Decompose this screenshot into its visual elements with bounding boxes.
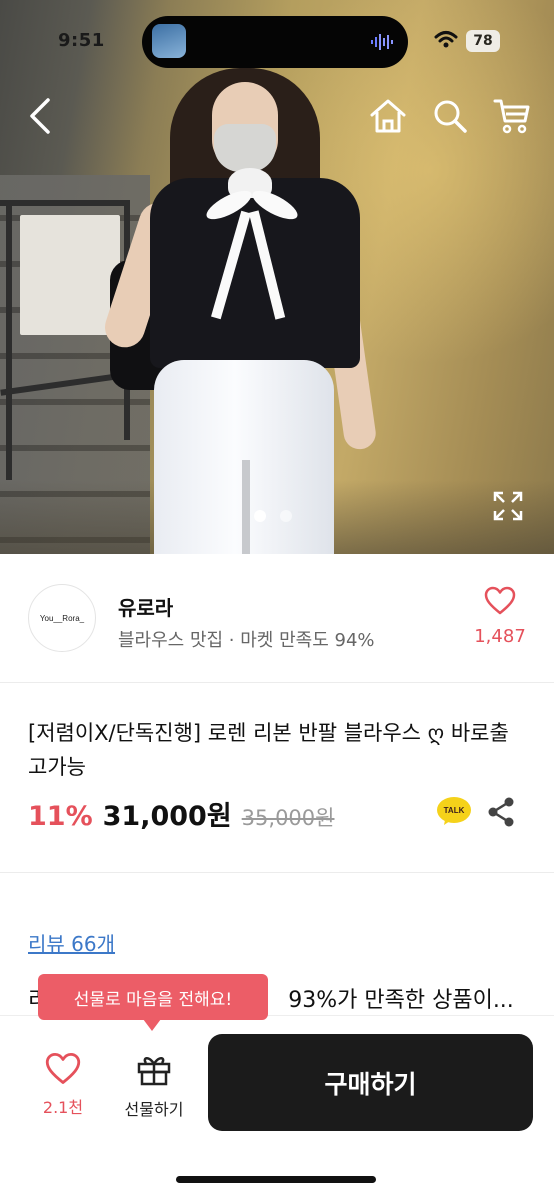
wall-sign xyxy=(20,215,120,335)
gift-icon xyxy=(137,1057,171,1086)
kakaotalk-share-icon[interactable]: TALK xyxy=(436,796,472,826)
back-button[interactable] xyxy=(18,94,62,138)
discount-rate: 11% xyxy=(28,801,93,832)
original-price: 35,000원 xyxy=(241,806,335,830)
section-divider xyxy=(0,872,554,873)
search-button[interactable] xyxy=(428,94,472,138)
railing-post xyxy=(6,200,12,480)
wishlist-button[interactable]: 2.1천 xyxy=(30,1052,96,1118)
home-button[interactable] xyxy=(366,94,410,138)
search-icon xyxy=(434,100,467,133)
seller-like-button[interactable]: 1,487 xyxy=(466,586,534,647)
seller-name[interactable]: 유로라 xyxy=(118,592,173,621)
seller-description: 블라우스 맛집 · 마켓 만족도 94% xyxy=(118,630,375,651)
review-count-link[interactable]: 리뷰 66개 xyxy=(28,928,115,957)
tooltip-arrow xyxy=(143,1019,161,1031)
heart-outline-icon xyxy=(45,1052,81,1084)
jeans-seam xyxy=(242,460,250,554)
section-divider xyxy=(0,682,554,683)
now-playing-thumbnail xyxy=(152,24,186,58)
gallery-pagination[interactable] xyxy=(254,510,292,522)
home-indicator[interactable] xyxy=(176,1176,376,1183)
model-figure xyxy=(99,60,378,554)
share-icon[interactable] xyxy=(486,796,516,828)
battery-indicator: 78 xyxy=(466,30,500,52)
dynamic-island xyxy=(142,16,408,68)
gift-tooltip: 선물로 마음을 전해요! xyxy=(38,974,268,1020)
seller-like-count: 1,487 xyxy=(474,626,526,647)
buy-button[interactable]: 구매하기 xyxy=(208,1034,533,1131)
price-row: 11% 31,000원 35,000원 xyxy=(28,794,334,833)
audio-wave-icon xyxy=(371,34,393,50)
pagination-dot[interactable] xyxy=(280,510,292,522)
product-image[interactable] xyxy=(0,0,554,554)
model-mask xyxy=(214,124,276,172)
product-title: [저렴이X/단독진행] 로렌 리본 반팔 블라우스 ღ 바로출고가능 xyxy=(28,721,509,779)
pagination-dot-active[interactable] xyxy=(254,510,266,522)
cart-icon xyxy=(493,99,530,134)
expand-icon xyxy=(493,491,523,521)
gift-button[interactable]: 선물하기 xyxy=(114,1052,194,1120)
model-blouse xyxy=(150,178,360,368)
seller-section[interactable]: You__Rora_ 유로라 블라우스 맛집 · 마켓 만족도 94% 1,48… xyxy=(0,556,554,682)
fullscreen-button[interactable] xyxy=(486,484,530,528)
cart-button[interactable] xyxy=(490,94,534,138)
talk-label: TALK xyxy=(444,806,465,815)
seller-avatar[interactable]: You__Rora_ xyxy=(28,584,96,652)
home-icon xyxy=(370,99,406,133)
sale-price: 31,000원 xyxy=(102,801,232,832)
review-summary-text: 93%가 만족한 상품이... xyxy=(288,988,514,1013)
gift-label: 선물하기 xyxy=(124,1100,184,1119)
status-time: 9:51 xyxy=(58,30,105,51)
wifi-icon xyxy=(434,31,458,48)
chevron-left-icon xyxy=(30,98,50,134)
heart-outline-icon xyxy=(484,586,516,615)
wishlist-count: 2.1천 xyxy=(42,1098,84,1117)
